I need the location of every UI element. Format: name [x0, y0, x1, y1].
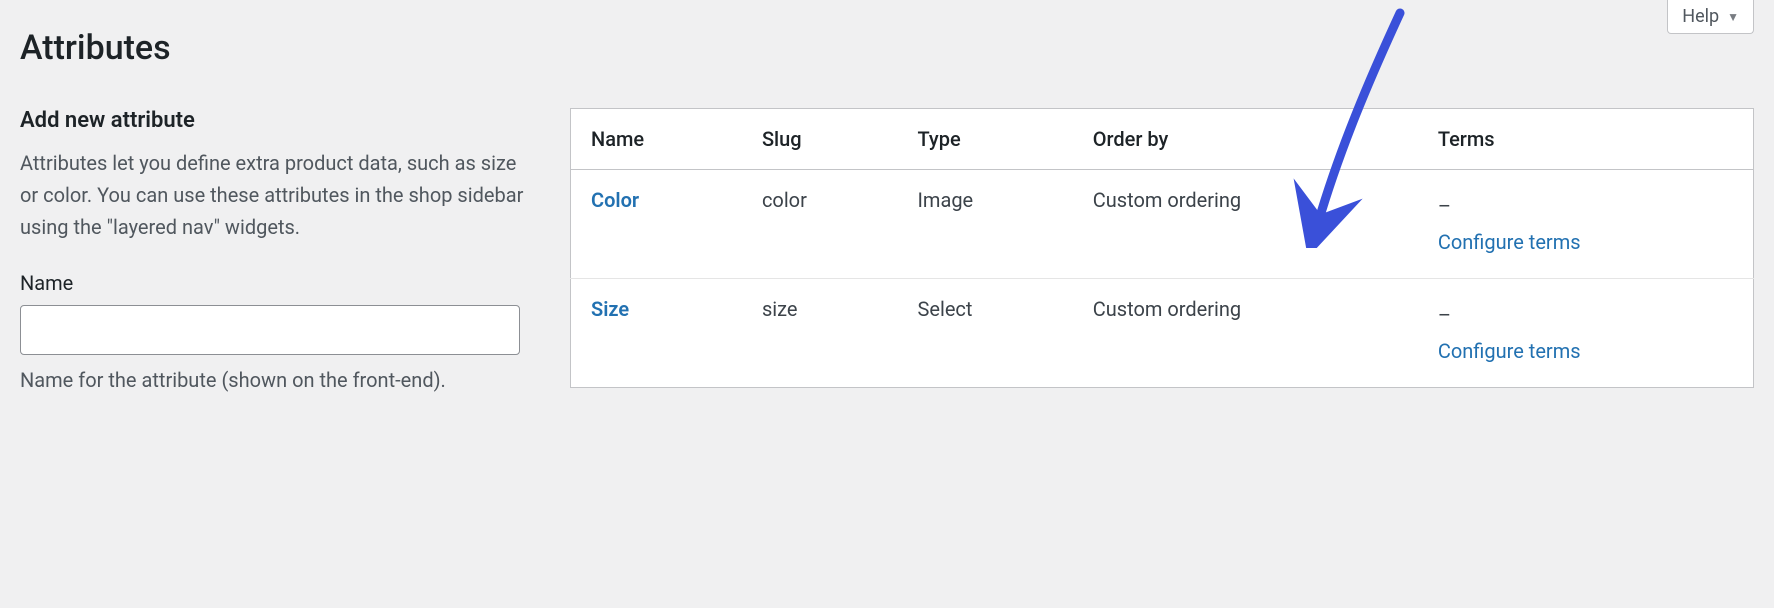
terms-placeholder: –: [1438, 194, 1451, 218]
terms-placeholder: –: [1438, 303, 1451, 327]
attribute-type: Select: [897, 279, 1072, 388]
attribute-name-link[interactable]: Size: [591, 297, 629, 321]
attributes-table: Name Slug Type Order by Terms Color colo…: [570, 108, 1754, 388]
name-hint: Name for the attribute (shown on the fro…: [20, 365, 530, 395]
table-row: Color color Image Custom ordering – Conf…: [571, 170, 1754, 279]
configure-terms-link[interactable]: Configure terms: [1438, 230, 1581, 254]
attribute-orderby: Custom ordering: [1073, 279, 1418, 388]
col-header-type: Type: [897, 109, 1072, 170]
attribute-slug: color: [742, 170, 898, 279]
form-heading: Add new attribute: [20, 108, 530, 133]
help-tab[interactable]: Help ▼: [1667, 0, 1754, 34]
attribute-type: Image: [897, 170, 1072, 279]
name-input[interactable]: [20, 305, 520, 355]
name-label: Name: [20, 271, 530, 295]
help-label: Help: [1682, 6, 1719, 27]
table-row: Size size Select Custom ordering – Confi…: [571, 279, 1754, 388]
col-header-orderby: Order by: [1073, 109, 1418, 170]
attribute-name-link[interactable]: Color: [591, 188, 639, 212]
page-title: Attributes: [20, 0, 1754, 68]
chevron-down-icon: ▼: [1727, 10, 1739, 24]
col-header-terms: Terms: [1418, 109, 1754, 170]
col-header-name: Name: [571, 109, 742, 170]
form-description: Attributes let you define extra product …: [20, 147, 530, 243]
add-attribute-form: Add new attribute Attributes let you def…: [20, 108, 530, 395]
attribute-slug: size: [742, 279, 898, 388]
col-header-slug: Slug: [742, 109, 898, 170]
attribute-orderby: Custom ordering: [1073, 170, 1418, 279]
configure-terms-link[interactable]: Configure terms: [1438, 339, 1581, 363]
